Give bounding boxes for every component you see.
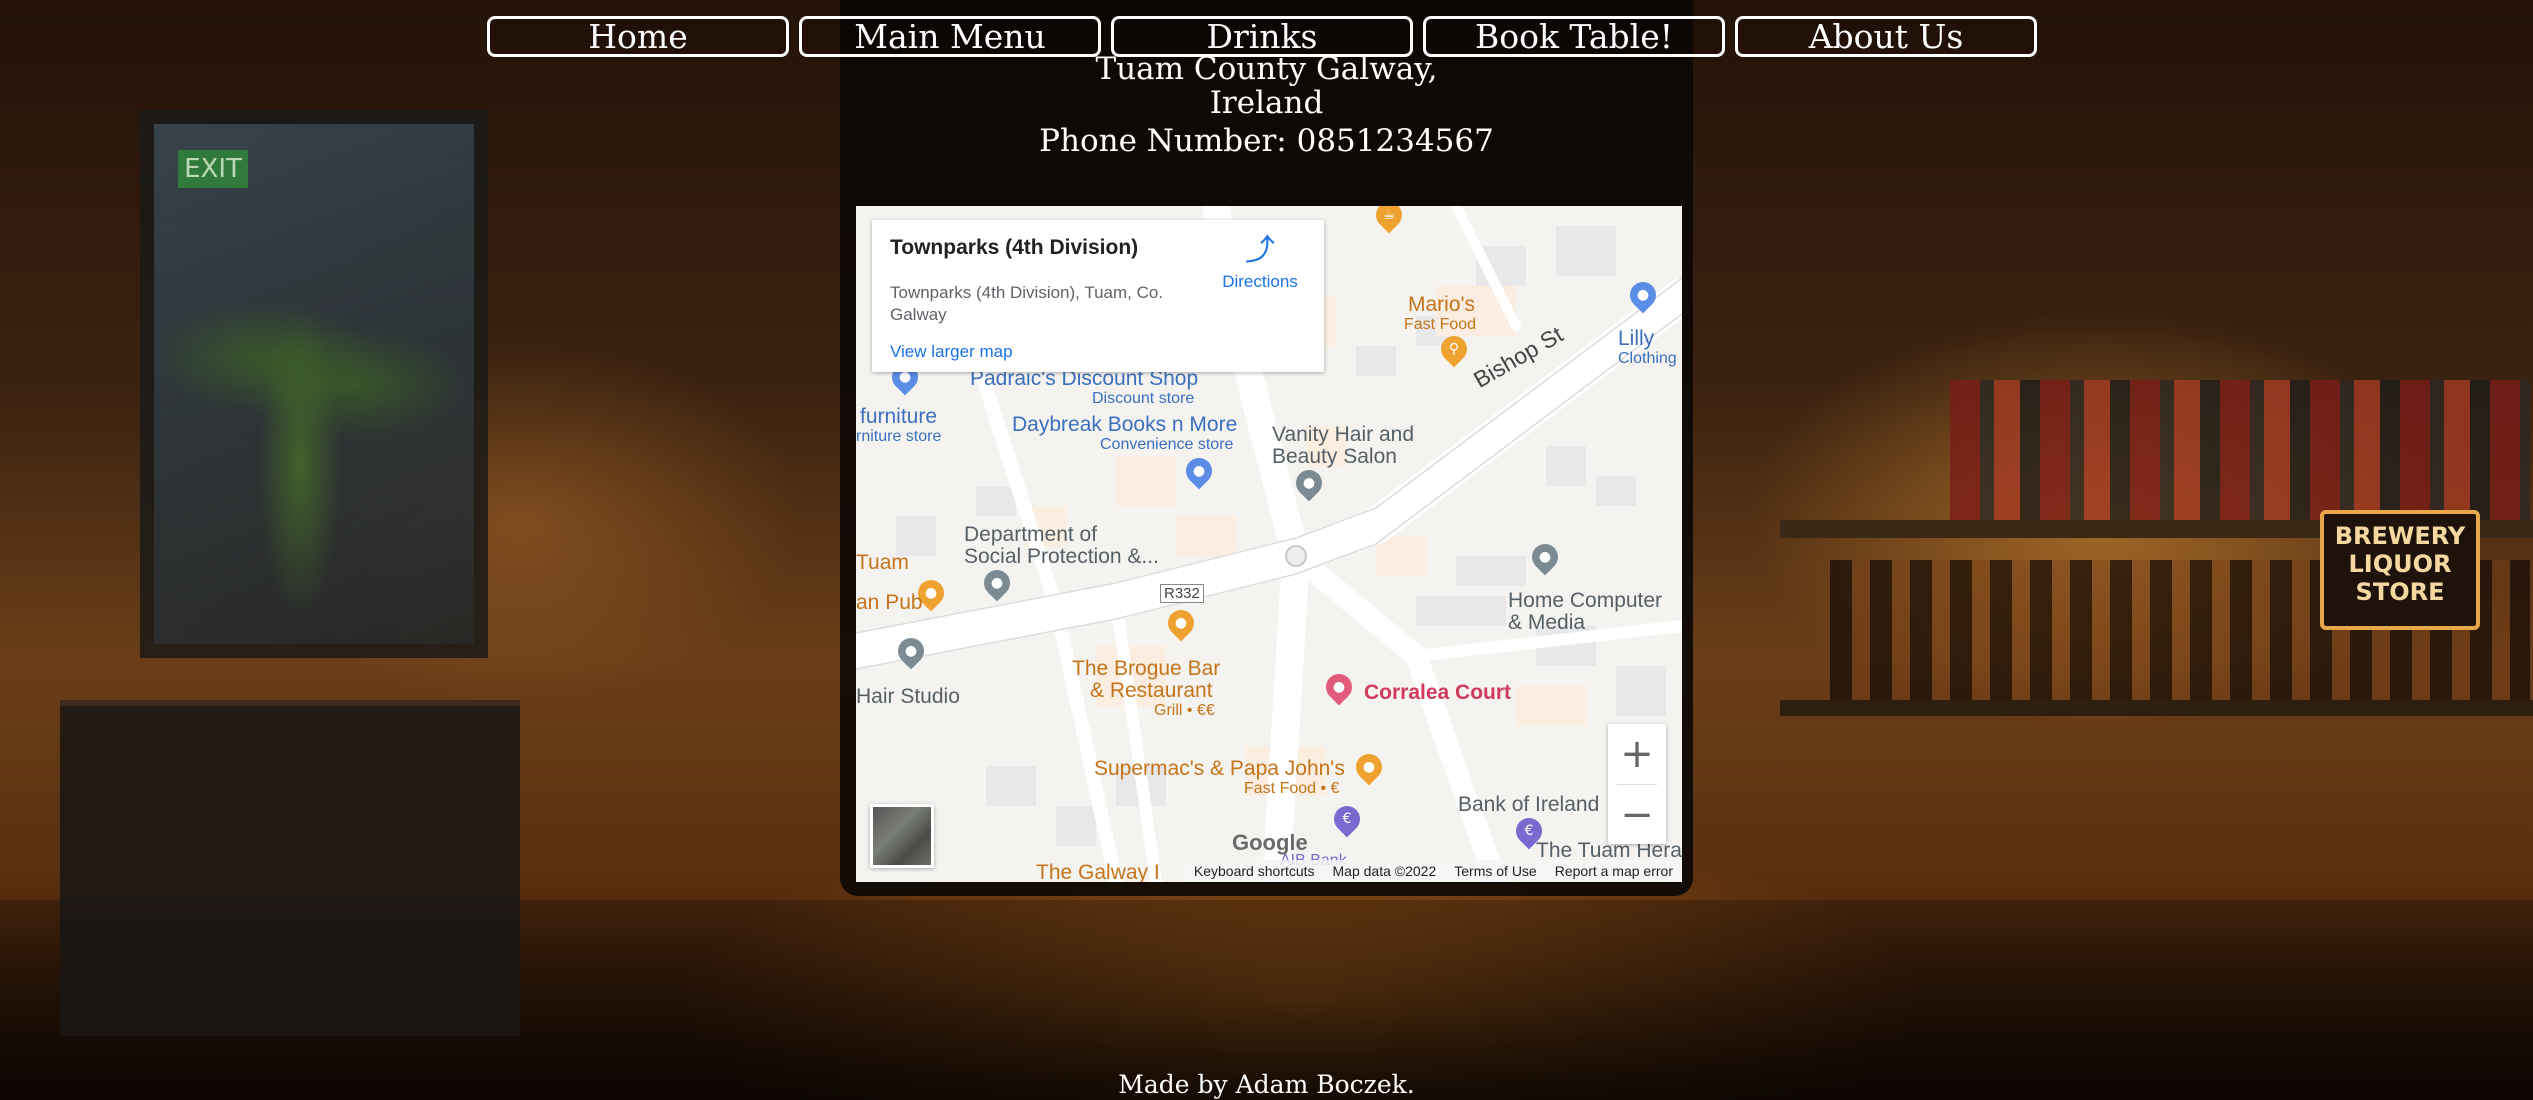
map-label-bank: Bank of Ireland [1458,793,1600,816]
phone-number: Phone Number: 0851234567 [1039,123,1494,159]
terms-of-use-link[interactable]: Terms of Use [1445,860,1545,882]
bg-brewery-sign: BREWERY LIQUOR STORE [2320,510,2480,630]
map-label-hair-studio: Hair Studio [856,685,960,708]
map-attribution-bar: Keyboard shortcuts Map data ©2022 Terms … [1184,860,1682,882]
view-larger-map-link[interactable]: View larger map [890,342,1013,362]
bg-bottles [1830,560,2530,700]
map-label-brogue-2: & Restaurant [1090,679,1213,702]
bg-plant [120,150,480,670]
report-map-error-link[interactable]: Report a map error [1546,860,1682,882]
bg-shelf [1780,520,2533,538]
map-label-vanity-2: Beauty Salon [1272,445,1397,468]
map-label-corralea: Corralea Court [1364,681,1512,704]
map-info-card: Townparks (4th Division) Townparks (4th … [872,220,1324,372]
nav-about-us-button[interactable]: About Us [1735,16,2037,57]
map-label-home-computer-2: & Media [1508,611,1586,634]
map-label-supermacs-sub: Fast Food • € [1244,780,1340,797]
map-pin-marios[interactable]: ⚲ [1435,330,1473,368]
map-label-brogue-sub: Grill • €€ [1154,702,1215,719]
directions-button[interactable]: ⤴ Directions [1210,234,1310,292]
map-label-supermacs: Supermac's & Papa John's [1094,757,1345,780]
map-label-galway: The Galway I [1036,861,1160,883]
address-line2: Ireland [1209,85,1324,121]
map-place-address: Townparks (4th Division), Tuam, Co. Galw… [890,283,1164,324]
map-label-daybreak-sub: Convenience store [1100,436,1234,453]
map-label-daybreak: Daybreak Books n More [1012,413,1238,436]
nav-home-button[interactable]: Home [487,16,789,57]
map-label-brogue-1: The Brogue Bar [1072,657,1221,680]
map-pin-hair-studio[interactable]: ● [892,632,930,670]
map-label-lilly-1: Lilly [1618,327,1655,350]
map-zoom-control: + − [1608,724,1666,844]
map-pin-lilly[interactable]: ● [1624,276,1662,314]
map-label-furniture: furniture [860,405,938,428]
bg-books [1950,380,2530,520]
map-pin-supermacs[interactable]: ● [1350,748,1388,786]
bg-window [140,110,488,658]
map-data-text: Map data ©2022 [1332,863,1437,879]
map-label-marios-sub: Fast Food [1404,316,1477,333]
address-line1: Tuam County Galway, [1095,51,1438,87]
map-place-title: Townparks (4th Division) [890,236,1139,259]
satellite-toggle-button[interactable] [870,804,934,868]
map-pin-corralea[interactable]: ● [1320,668,1358,706]
map-pin-daybreak[interactable]: ● [1180,452,1218,490]
footer-credit: Made by Adam Boczek. [1118,1070,1415,1099]
map-pin-aib[interactable]: € [1328,800,1366,838]
map-label-furniture-sub: rniture store [856,428,942,445]
bg-shelf-lower [1780,700,2533,716]
bg-chalkboard [60,700,520,1036]
map-label-r332: R332 [1160,584,1204,603]
directions-icon: ⤴ [1245,233,1275,268]
google-logo: Google [1232,830,1308,855]
nav-book-table-button[interactable]: Book Table! [1423,16,1725,57]
nav-drinks-button[interactable]: Drinks [1111,16,1413,57]
map-label-dept-2: Social Protection &... [964,545,1159,568]
map-pin-brogue[interactable]: ● [1162,604,1200,642]
zoom-out-button[interactable]: − [1608,785,1666,845]
map-label-vanity-1: Vanity Hair and [1272,423,1415,446]
map-label-lilly-2: Clothing [1618,350,1677,367]
address-block: Tuam County Galway, Ireland [0,52,2533,120]
directions-label: Directions [1222,272,1298,291]
map-pin-home-computer[interactable]: ● [1526,538,1564,576]
map-label-dept-1: Department of [964,523,1098,546]
map-label-home-computer-1: Home Computer [1508,589,1663,612]
map-pin-department[interactable]: ● [978,564,1016,602]
zoom-in-button[interactable]: + [1608,724,1666,784]
embedded-map[interactable]: ☕ ⚲ ● ● ● ● ● ● ● ● ● ● ● € € Padraic's … [856,206,1682,882]
map-label-tuam: Tuam [856,551,909,574]
main-nav: Home Main Menu Drinks Book Table! About … [487,16,2037,57]
map-pin-vanity[interactable]: ● [1290,464,1328,502]
map-label-padraics-sub: Discount store [1092,390,1195,407]
map-label-pub: an Pub [856,591,923,614]
keyboard-shortcuts-link[interactable]: Keyboard shortcuts [1185,860,1324,882]
map-label-marios: Mario's [1408,293,1476,316]
nav-main-menu-button[interactable]: Main Menu [799,16,1101,57]
